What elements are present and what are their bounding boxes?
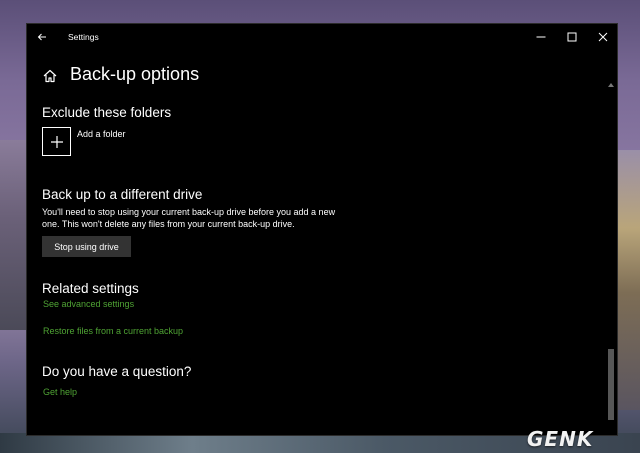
- different-drive-heading: Back up to a different drive: [42, 187, 203, 202]
- close-icon[interactable]: [594, 28, 612, 46]
- question-heading: Do you have a question?: [42, 364, 192, 379]
- restore-files-link[interactable]: Restore files from a current backup: [43, 326, 183, 336]
- scroll-up-icon[interactable]: [607, 81, 615, 89]
- different-drive-description: You'll need to stop using your current b…: [42, 207, 336, 229]
- advanced-settings-link[interactable]: See advanced settings: [43, 299, 134, 309]
- settings-window: Settings Back-up options Exclude these f…: [26, 23, 618, 436]
- add-folder-button[interactable]: [42, 127, 71, 156]
- back-arrow-icon[interactable]: [34, 29, 50, 45]
- plus-icon: [50, 135, 63, 148]
- watermark-logo: GENK: [527, 427, 594, 451]
- stop-using-drive-button[interactable]: Stop using drive: [42, 236, 131, 257]
- scrollbar-thumb[interactable]: [608, 349, 614, 420]
- minimize-icon[interactable]: [532, 28, 550, 46]
- exclude-folders-heading: Exclude these folders: [42, 105, 172, 120]
- title-bar: Settings: [27, 24, 617, 50]
- add-folder-label[interactable]: Add a folder: [77, 129, 126, 139]
- maximize-icon[interactable]: [563, 28, 581, 46]
- window-title: Settings: [68, 32, 99, 42]
- related-settings-heading: Related settings: [42, 281, 139, 296]
- desktop-wallpaper-right: [616, 150, 640, 410]
- get-help-link[interactable]: Get help: [43, 387, 77, 397]
- page-title: Back-up options: [70, 64, 200, 84]
- home-icon[interactable]: [42, 68, 58, 84]
